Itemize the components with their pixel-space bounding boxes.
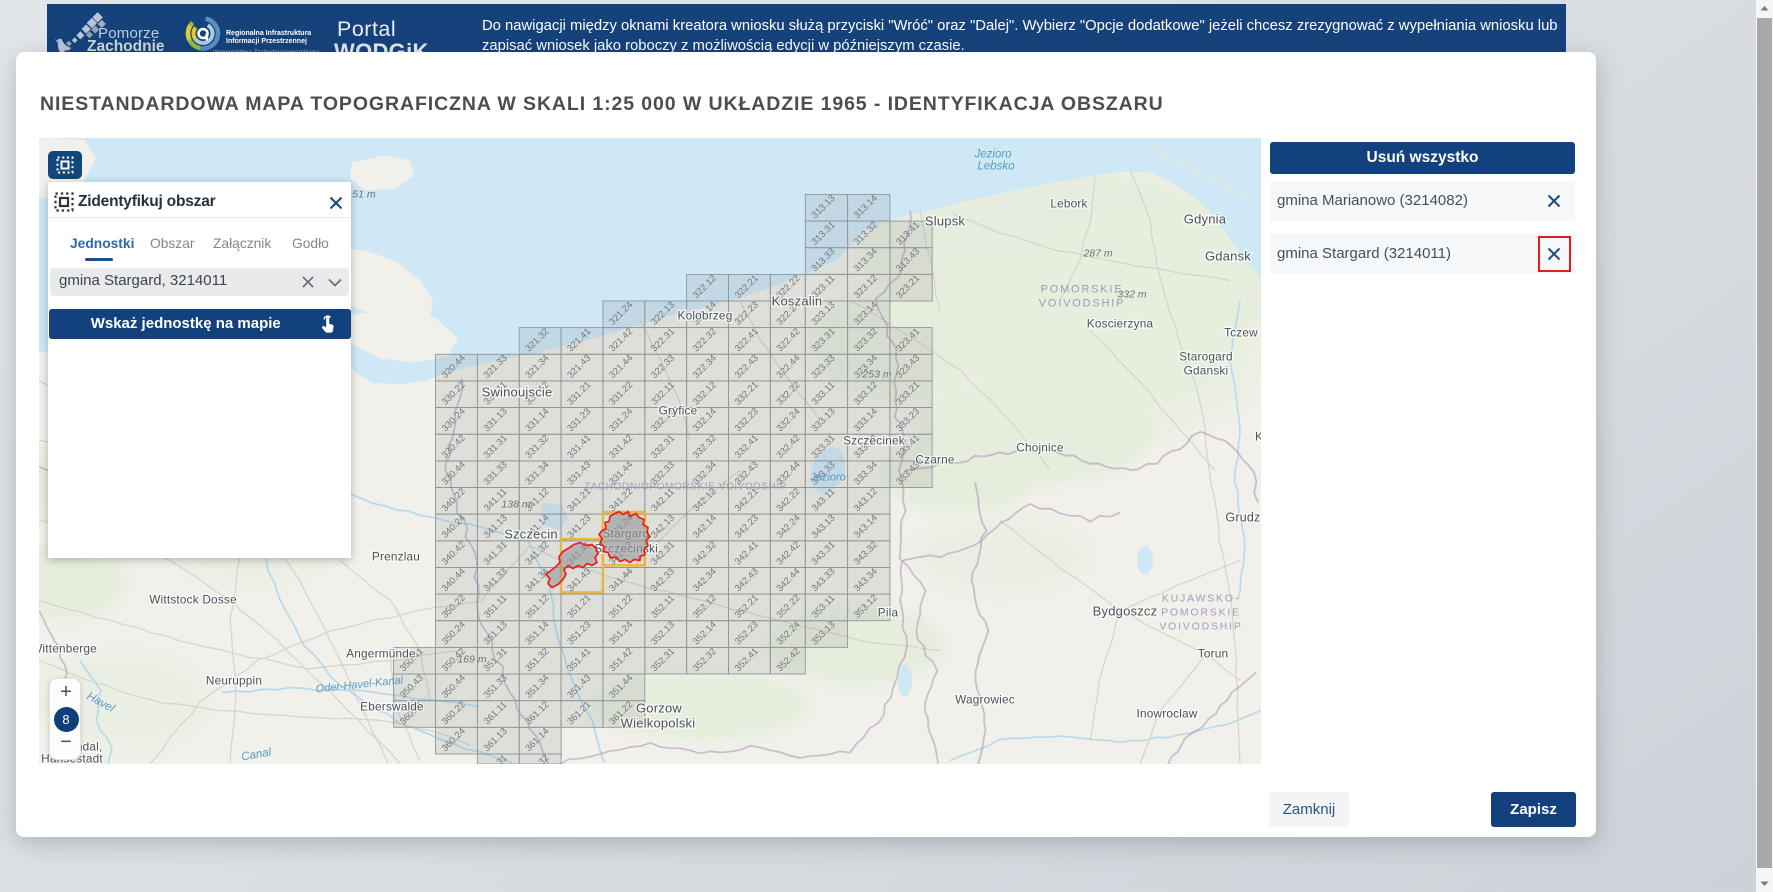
svg-text:Gdynia: Gdynia [1184,211,1227,226]
svg-text:Jezioro: Jezioro [973,148,1012,160]
svg-text:Angermünde: Angermünde [346,646,416,660]
svg-text:Gorzow: Gorzow [636,700,682,715]
svg-text:Inowroclaw: Inowroclaw [1136,706,1197,720]
svg-text:K: K [1255,429,1261,443]
svg-text:Gdansk: Gdansk [1205,248,1251,263]
svg-text:Koszalin: Koszalin [772,293,823,308]
svg-text:Gdanski: Gdanski [1184,363,1229,377]
svg-text:Slupsk: Slupsk [925,213,966,228]
svg-text:Lebsko: Lebsko [977,160,1015,172]
svg-text:Lebork: Lebork [1050,196,1087,210]
svg-text:VOIVODSHIP: VOIVODSHIP [1039,297,1125,309]
svg-text:Prenzlau: Prenzlau [372,549,420,563]
svg-text:Pila: Pila [878,605,899,619]
svg-text:Torun: Torun [1198,646,1229,660]
svg-text:Swinoujscie: Swinoujscie [482,384,553,399]
svg-text:VOIVODSHIP: VOIVODSHIP [1159,620,1242,632]
svg-text:Starogard: Starogard [1179,349,1233,363]
svg-text:Koscierzyna: Koscierzyna [1087,316,1154,330]
svg-text:Grudzia: Grudzia [1225,510,1261,524]
svg-text:Kolobrzeg: Kolobrzeg [678,308,733,322]
svg-text:Gryfice: Gryfice [659,403,698,417]
svg-text:Szczecin: Szczecin [504,526,558,541]
svg-text:Tczew: Tczew [1224,325,1258,339]
svg-text:Wittenberge: Wittenberge [39,641,97,655]
svg-text:Czarne: Czarne [915,452,954,466]
svg-text:Bydgoszcz: Bydgoszcz [1093,603,1158,618]
svg-text:Wittstock Dosse: Wittstock Dosse [149,592,237,606]
svg-text:Eberswalde: Eberswalde [360,699,424,713]
svg-text:Jezioro: Jezioro [809,471,845,483]
svg-text:Neuruppin: Neuruppin [206,673,262,687]
svg-text:287 m: 287 m [1082,247,1112,259]
svg-text:POMORSKIE: POMORSKIE [1041,283,1124,295]
svg-text:POMORSKIE: POMORSKIE [1161,606,1241,618]
svg-text:Chojnice: Chojnice [1016,440,1064,454]
svg-text:Wagrowiec: Wagrowiec [955,692,1015,706]
svg-text:Wielkopolski: Wielkopolski [621,715,696,730]
svg-text:Szczecinek: Szczecinek [843,433,905,447]
svg-text:KUJAWSKO-: KUJAWSKO- [1162,592,1240,604]
